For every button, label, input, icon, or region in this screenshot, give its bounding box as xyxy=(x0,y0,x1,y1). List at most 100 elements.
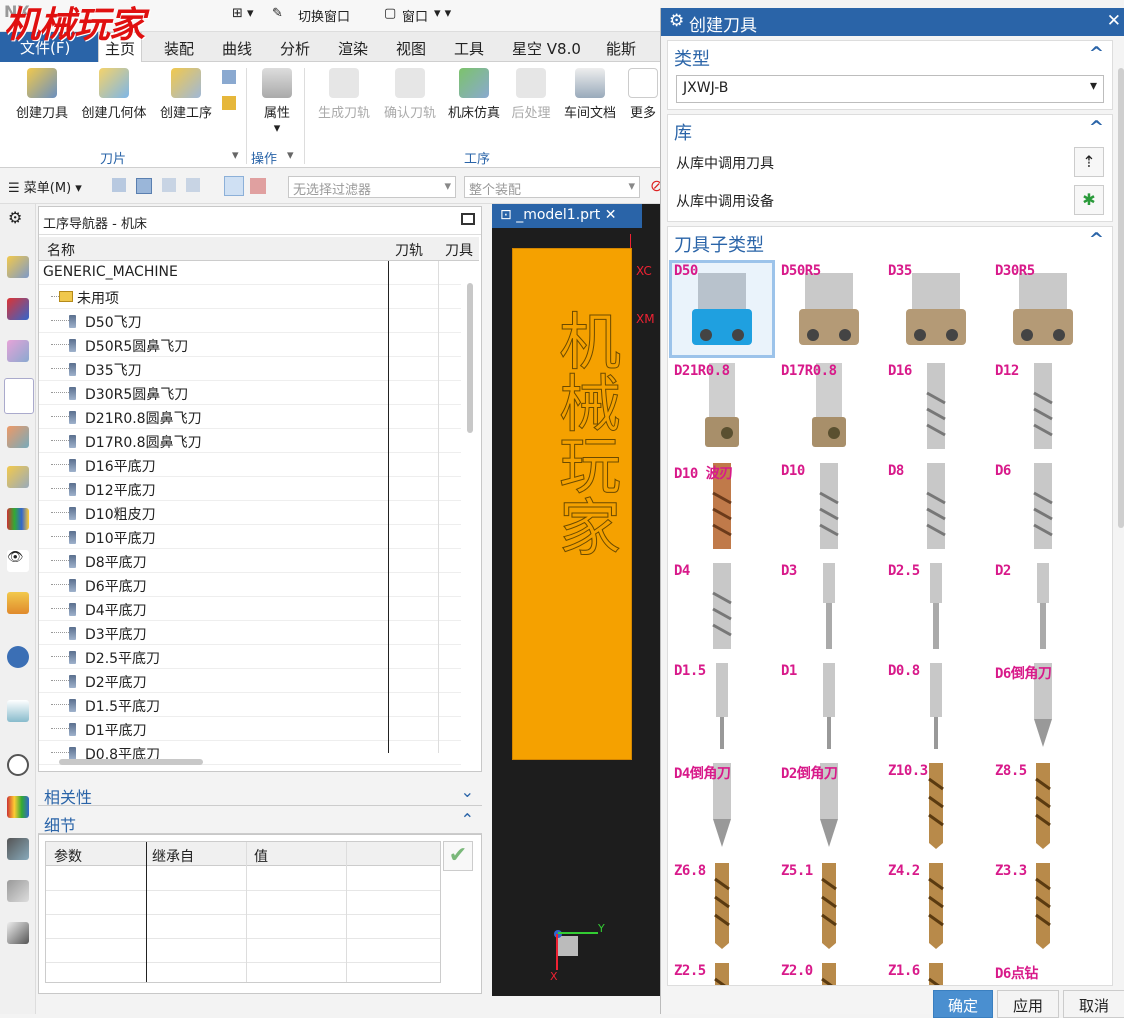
maximize-icon[interactable] xyxy=(461,213,475,225)
navigator-row[interactable]: D30R5圆鼻飞刀 xyxy=(39,381,461,405)
robot-icon[interactable] xyxy=(7,880,29,902)
create-operation-button[interactable]: 创建工序 xyxy=(154,68,218,121)
palette-icon[interactable] xyxy=(7,796,29,818)
more-button[interactable]: 更多 xyxy=(626,68,660,121)
navigator-row[interactable]: D17R0.8圆鼻飞刀 xyxy=(39,429,461,453)
chevron-up-icon[interactable]: ^ xyxy=(1089,117,1104,138)
tool-subtype-tile[interactable]: D50R5 xyxy=(777,261,881,357)
graphics-window[interactable]: ⊡ _model1.prt ✕ XC XM 机械玩家 Y X xyxy=(492,204,660,996)
create-tool-button[interactable]: 创建刀具 xyxy=(10,68,74,121)
close-icon[interactable]: ✕ xyxy=(1107,11,1121,31)
constraint-nav-icon[interactable] xyxy=(7,298,29,320)
retrieve-tool-button[interactable]: ⇡ xyxy=(1074,147,1104,177)
navigator-row[interactable]: 未用项 xyxy=(39,285,461,309)
navigator-row[interactable]: D2平底刀 xyxy=(39,669,461,693)
generate-toolpath-button[interactable]: 生成刀轨 xyxy=(312,68,376,121)
create-geometry-button[interactable]: 创建几何体 xyxy=(76,68,152,121)
tool-subtype-tile[interactable]: Z3.3 xyxy=(991,861,1095,957)
tab-xingkong[interactable]: 星空 V8.0 xyxy=(512,38,581,59)
tool-subtype-tile[interactable]: D17R0.8 xyxy=(777,361,881,457)
details-ok-button[interactable]: ✔ xyxy=(443,841,473,871)
tool-subtype-tile[interactable]: D2 xyxy=(991,561,1095,657)
dependencies-panel-header[interactable]: 相关性 ⌄ xyxy=(38,780,482,807)
feature-icon[interactable] xyxy=(250,178,266,194)
navigator-row[interactable]: D6平底刀 xyxy=(39,573,461,597)
dialog-scrollbar[interactable] xyxy=(1118,68,1124,528)
assembly-nav-icon[interactable] xyxy=(7,256,29,278)
retrieve-device-button[interactable]: ✱ xyxy=(1074,185,1104,215)
details-panel-header[interactable]: 细节 ⌃ xyxy=(38,808,482,835)
tool-subtype-tile[interactable]: Z4.2 xyxy=(884,861,988,957)
selection-filter-select[interactable]: 无选择过滤器 ▾ xyxy=(288,176,456,198)
tool-subtype-tile[interactable]: Z2.5 xyxy=(670,961,774,985)
machine-view-icon[interactable] xyxy=(136,178,152,194)
pen-icon[interactable]: ✎ xyxy=(272,6,283,21)
eye-icon[interactable]: 👁 xyxy=(7,550,29,572)
part-tab[interactable]: ⊡ _model1.prt ✕ xyxy=(492,204,642,228)
navigator-row[interactable]: D3平底刀 xyxy=(39,621,461,645)
navigator-row[interactable]: D50飞刀 xyxy=(39,309,461,333)
window-menu-chevron-icon[interactable]: ▾ ▾ xyxy=(434,6,451,21)
window-menu-button[interactable]: 窗口 xyxy=(402,6,428,25)
tool-subtype-tile[interactable]: D3 xyxy=(777,561,881,657)
layers-icon[interactable] xyxy=(7,592,29,614)
tab-view[interactable]: 视图 xyxy=(396,38,426,59)
navigator-row[interactable]: GENERIC_MACHINE xyxy=(39,261,461,285)
clock-icon[interactable] xyxy=(7,754,29,776)
navigator-row[interactable]: D50R5圆鼻飞刀 xyxy=(39,333,461,357)
navigator-row[interactable]: D2.5平底刀 xyxy=(39,645,461,669)
tool-subtype-tile[interactable]: D10 波刃 xyxy=(670,461,774,557)
menu-button[interactable]: ☰ 菜单(M) ▾ xyxy=(8,177,82,196)
tool-subtype-tile[interactable]: D30R5 xyxy=(991,261,1095,357)
tool-subtype-tile[interactable]: D21R0.8 xyxy=(670,361,774,457)
drawing-icon[interactable] xyxy=(7,922,29,944)
tool-subtype-tile[interactable]: D10 xyxy=(777,461,881,557)
document-icon[interactable] xyxy=(7,700,29,722)
tool-subtype-tile[interactable]: D8 xyxy=(884,461,988,557)
navigator-row[interactable]: D10平底刀 xyxy=(39,525,461,549)
assembly-scope-select[interactable]: 整个装配 ▾ xyxy=(464,176,640,198)
close-icon[interactable]: ✕ xyxy=(600,207,617,223)
tab-curve[interactable]: 曲线 xyxy=(222,38,252,59)
toolpath-filter-icon[interactable] xyxy=(224,176,244,196)
postprocess-button[interactable]: 后处理 xyxy=(506,68,556,121)
tab-analysis[interactable]: 分析 xyxy=(280,38,310,59)
tool-subtype-tile[interactable]: D2倒角刀 xyxy=(777,761,881,857)
navigator-row[interactable]: D4平底刀 xyxy=(39,597,461,621)
tool-subtype-tile[interactable]: D1.5 xyxy=(670,661,774,757)
tool-subtype-tile[interactable]: D6点钻 xyxy=(991,961,1095,985)
verify-toolpath-button[interactable]: 确认刀轨 xyxy=(378,68,442,121)
tool-subtype-tile[interactable]: Z2.0 xyxy=(777,961,881,985)
properties-button[interactable]: 属性 ▾ xyxy=(252,68,302,136)
col-toolpath[interactable]: 刀轨 xyxy=(395,240,423,260)
switch-window-button[interactable]: 切换窗口 xyxy=(298,6,350,25)
col-tool[interactable]: 刀具 xyxy=(445,240,473,260)
tool-subtype-tile[interactable]: D4倒角刀 xyxy=(670,761,774,857)
col-name[interactable]: 名称 xyxy=(47,240,75,260)
navigator-row[interactable]: D16平底刀 xyxy=(39,453,461,477)
operation-nav-icon[interactable] xyxy=(4,378,34,414)
tab-tools[interactable]: 工具 xyxy=(454,38,484,59)
chevron-up-icon[interactable]: ^ xyxy=(1089,43,1104,64)
tool-library-icon[interactable] xyxy=(7,838,29,860)
tool-subtype-tile[interactable]: D0.8 xyxy=(884,661,988,757)
part-model[interactable]: 机械玩家 xyxy=(512,248,632,760)
info-icon[interactable] xyxy=(7,646,29,668)
tool-subtype-tile[interactable]: Z5.1 xyxy=(777,861,881,957)
tool-subtype-tile[interactable]: D50 xyxy=(669,260,775,358)
tool-subtype-tile[interactable]: Z1.6 xyxy=(884,961,988,985)
type-select[interactable]: JXWJ-B ▾ xyxy=(676,75,1104,103)
geometry-view-icon[interactable] xyxy=(162,178,176,192)
tool-subtype-tile[interactable]: Z6.8 xyxy=(670,861,774,957)
navigator-row[interactable]: D35飞刀 xyxy=(39,357,461,381)
navigator-row[interactable]: D21R0.8圆鼻飞刀 xyxy=(39,405,461,429)
chevron-up-icon[interactable]: ^ xyxy=(1089,229,1104,250)
navigator-row[interactable]: D1平底刀 xyxy=(39,717,461,741)
tool-subtype-tile[interactable]: D4 xyxy=(670,561,774,657)
tool-subtype-tile[interactable]: D12 xyxy=(991,361,1095,457)
tool-subtype-tile[interactable]: D6倒角刀 xyxy=(991,661,1095,757)
tool-subtype-tile[interactable]: D35 xyxy=(884,261,988,357)
navigator-row[interactable]: D10粗皮刀 xyxy=(39,501,461,525)
tool-subtype-tile[interactable]: D16 xyxy=(884,361,988,457)
hd3d-icon[interactable] xyxy=(7,508,29,530)
